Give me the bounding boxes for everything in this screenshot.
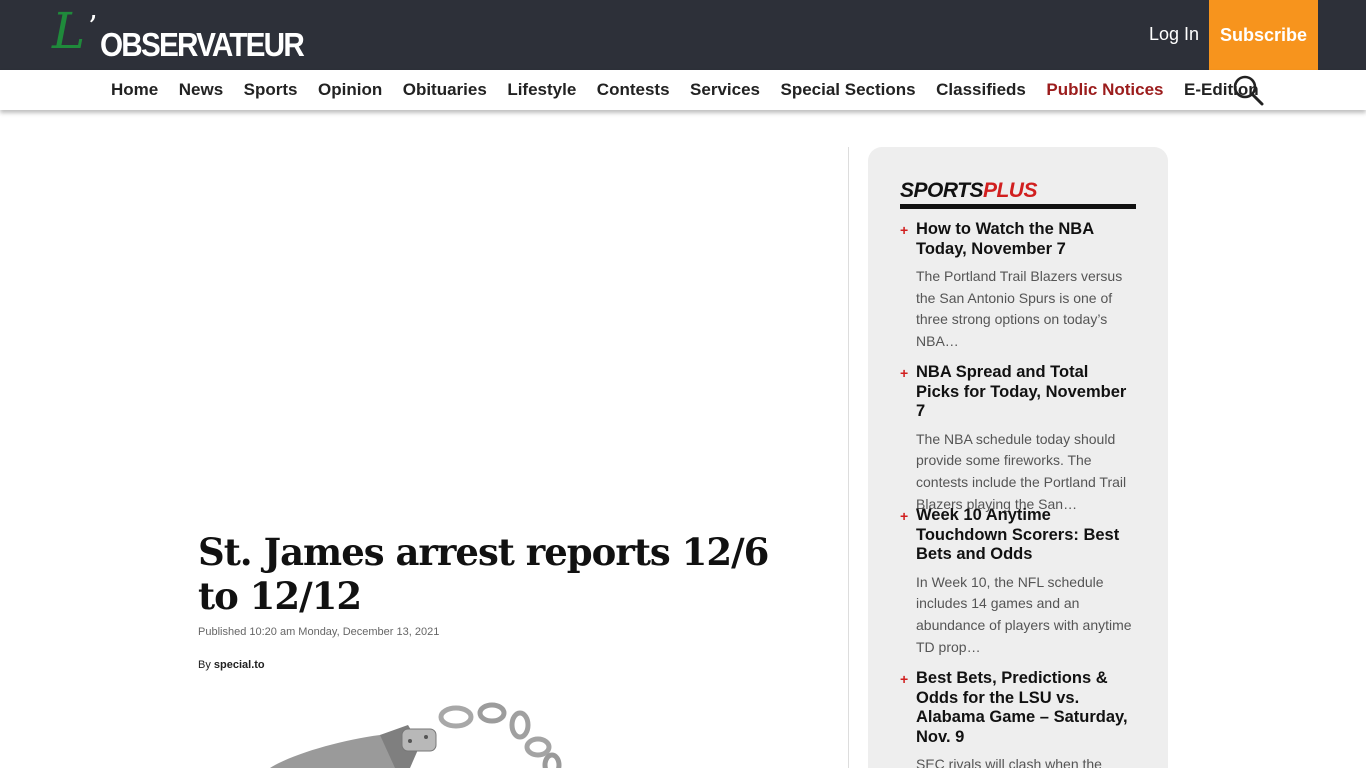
site-logo[interactable]: L ’ OBSERVATEUR [52, 6, 312, 63]
top-bar: L ’ OBSERVATEUR Log In Subscribe [0, 0, 1366, 70]
sidebar-item-desc: The NBA schedule today should provide so… [916, 430, 1127, 512]
nav-item-contests[interactable]: Contests [597, 80, 670, 100]
plus-icon: + [900, 508, 909, 524]
sidebar-item-headline[interactable]: How to Watch the NBA Today, November 7 [916, 220, 1136, 259]
sidebar-item: + Best Bets, Predictions & Odds for the … [900, 669, 1136, 768]
sidebar-item: + Week 10 Anytime Touchdown Scorers: Bes… [900, 506, 1136, 658]
article-headline: St. James arrest reports 12/6 to 12/12 [198, 530, 769, 618]
login-link[interactable]: Log In [1149, 24, 1199, 45]
nav-item-obituaries[interactable]: Obituaries [403, 80, 487, 100]
byline: By special.to [198, 659, 265, 671]
nav-item-lifestyle[interactable]: Lifestyle [507, 80, 576, 100]
nav-item-sports[interactable]: Sports [244, 80, 298, 100]
subscribe-button[interactable]: Subscribe [1209, 0, 1318, 70]
nav-item-news[interactable]: News [179, 80, 223, 100]
sportsplus-rule [900, 204, 1136, 209]
column-divider [848, 147, 849, 768]
sidebar-item-headline[interactable]: Best Bets, Predictions & Odds for the LS… [916, 669, 1136, 747]
published-date: Published 10:20 am Monday, December 13, … [198, 626, 440, 638]
article-image [230, 695, 590, 768]
sidebar-item: + NBA Spread and Total Picks for Today, … [900, 363, 1136, 515]
sportsplus-title: SPORTSPLUS [900, 179, 1037, 202]
plus-icon: + [900, 671, 909, 687]
nav-item-home[interactable]: Home [111, 80, 158, 100]
sidebar-item: + How to Watch the NBA Today, November 7… [900, 220, 1136, 353]
sidebar-item-desc: The Portland Trail Blazers versus the Sa… [916, 268, 1123, 350]
sidebar-item-headline[interactable]: Week 10 Anytime Touchdown Scorers: Best … [916, 506, 1136, 565]
search-icon[interactable] [1232, 74, 1264, 106]
nav-item-opinion[interactable]: Opinion [318, 80, 382, 100]
sidebar-item-desc: In Week 10, the NFL schedule includes 14… [916, 573, 1132, 655]
plus-icon: + [900, 365, 909, 381]
nav-item-public-notices[interactable]: Public Notices [1046, 80, 1163, 100]
plus-icon: + [900, 222, 909, 238]
nav-items: Home News Sports Opinion Obituaries Life… [111, 70, 1279, 110]
nav-item-services[interactable]: Services [690, 80, 760, 100]
byline-prefix: By [198, 659, 211, 671]
byline-author[interactable]: special.to [214, 659, 265, 671]
main-nav: Home News Sports Opinion Obituaries Life… [0, 70, 1366, 110]
sidebar-item-desc: SEC rivals will clash when the [916, 756, 1102, 768]
nav-item-classifieds[interactable]: Classifieds [936, 80, 1026, 100]
handcuffs-image [270, 702, 562, 768]
nav-item-special-sections[interactable]: Special Sections [780, 80, 915, 100]
sidebar-item-headline[interactable]: NBA Spread and Total Picks for Today, No… [916, 363, 1136, 422]
